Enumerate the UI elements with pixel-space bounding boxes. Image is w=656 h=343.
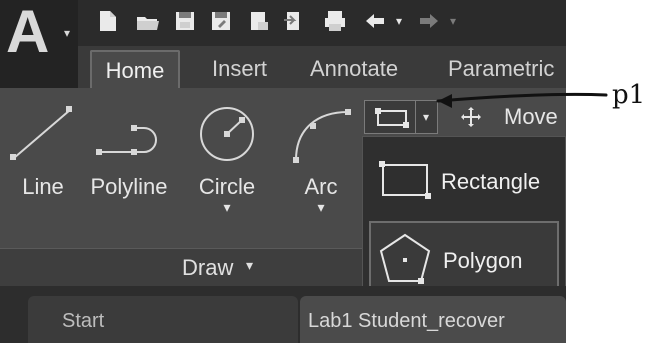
rectangle-icon bbox=[375, 108, 409, 128]
callout-label: p1 bbox=[612, 80, 646, 110]
tab-parametric[interactable]: Parametric bbox=[448, 52, 554, 86]
arc-button[interactable]: Arc ▾ bbox=[278, 100, 364, 220]
application-menu-chevron-icon[interactable]: ▾ bbox=[64, 26, 74, 40]
chevron-down-icon[interactable]: ▾ bbox=[278, 200, 364, 214]
dropdown-label: Rectangle bbox=[441, 169, 541, 194]
tab-home[interactable]: Home bbox=[90, 50, 180, 90]
app-logo-text: A bbox=[6, 0, 50, 65]
move-button[interactable]: Move bbox=[446, 100, 566, 134]
rectangle-icon bbox=[379, 161, 431, 199]
tab-label: Home bbox=[105, 58, 165, 83]
line-label: Line bbox=[22, 174, 64, 199]
tab-label: Parametric bbox=[448, 56, 555, 81]
dropdown-item-rectangle[interactable]: Rectangle bbox=[369, 147, 557, 217]
document-tab-start[interactable]: Start bbox=[28, 296, 298, 343]
chevron-down-icon[interactable]: ▾ bbox=[246, 258, 258, 272]
undo-dropdown-icon[interactable]: ▾ bbox=[392, 8, 406, 34]
open-folder-icon[interactable] bbox=[134, 8, 160, 34]
document-tab-label: Start bbox=[62, 310, 105, 332]
arc-label: Arc bbox=[304, 174, 338, 199]
rectangle-split-button[interactable]: ▾ bbox=[364, 100, 438, 134]
new-file-icon[interactable] bbox=[94, 8, 120, 34]
redo-dropdown-icon[interactable]: ▾ bbox=[446, 8, 460, 34]
polyline-label: Polyline bbox=[90, 174, 168, 199]
line-icon bbox=[10, 106, 72, 160]
split-divider bbox=[415, 101, 416, 133]
circle-label: Circle bbox=[198, 174, 256, 199]
plot-printer-icon[interactable] bbox=[322, 8, 348, 34]
save-icon[interactable] bbox=[172, 8, 198, 34]
application-menu-button[interactable]: A bbox=[0, 0, 78, 88]
ribbon-tabs: Home Insert Annotate Parametric bbox=[78, 46, 566, 90]
line-button[interactable]: Line bbox=[0, 100, 86, 220]
quick-access-toolbar: A ▾ ▾ ▾ bbox=[0, 0, 566, 88]
tab-label: Annotate bbox=[310, 56, 399, 81]
share-icon[interactable] bbox=[280, 8, 306, 34]
document-tabs: Start Lab1 Student_recover bbox=[0, 286, 566, 343]
move-icon bbox=[461, 107, 481, 127]
move-label: Move bbox=[504, 104, 558, 129]
chevron-down-icon[interactable]: ▾ bbox=[184, 200, 270, 214]
save-as-icon[interactable] bbox=[208, 8, 234, 34]
undo-icon[interactable] bbox=[360, 8, 390, 34]
screenshot-canvas: A ▾ ▾ ▾ Home Insert Annotate Parametric … bbox=[0, 0, 656, 343]
circle-button[interactable]: Circle ▾ bbox=[184, 100, 270, 220]
rectangle-polygon-dropdown: Rectangle Polygon bbox=[362, 136, 566, 310]
draw-panel-footer[interactable]: Draw ▾ bbox=[0, 248, 364, 287]
document-tab-lab1[interactable]: Lab1 Student_recover bbox=[300, 296, 566, 343]
arc-icon bbox=[293, 109, 351, 163]
polygon-icon bbox=[379, 233, 431, 284]
autocad-window: A ▾ ▾ ▾ Home Insert Annotate Parametric … bbox=[0, 0, 566, 343]
tab-insert[interactable]: Insert bbox=[212, 52, 267, 86]
draw-panel-label: Draw bbox=[182, 255, 234, 280]
tab-annotate[interactable]: Annotate bbox=[310, 52, 398, 86]
tab-label: Insert bbox=[212, 56, 268, 81]
document-tab-label: Lab1 Student_recover bbox=[308, 310, 505, 332]
publish-icon[interactable] bbox=[246, 8, 272, 34]
polyline-icon bbox=[96, 125, 157, 155]
redo-icon[interactable] bbox=[414, 8, 444, 34]
circle-icon bbox=[200, 107, 254, 161]
chevron-down-icon[interactable]: ▾ bbox=[419, 110, 433, 124]
polyline-button[interactable]: Polyline bbox=[86, 100, 172, 220]
